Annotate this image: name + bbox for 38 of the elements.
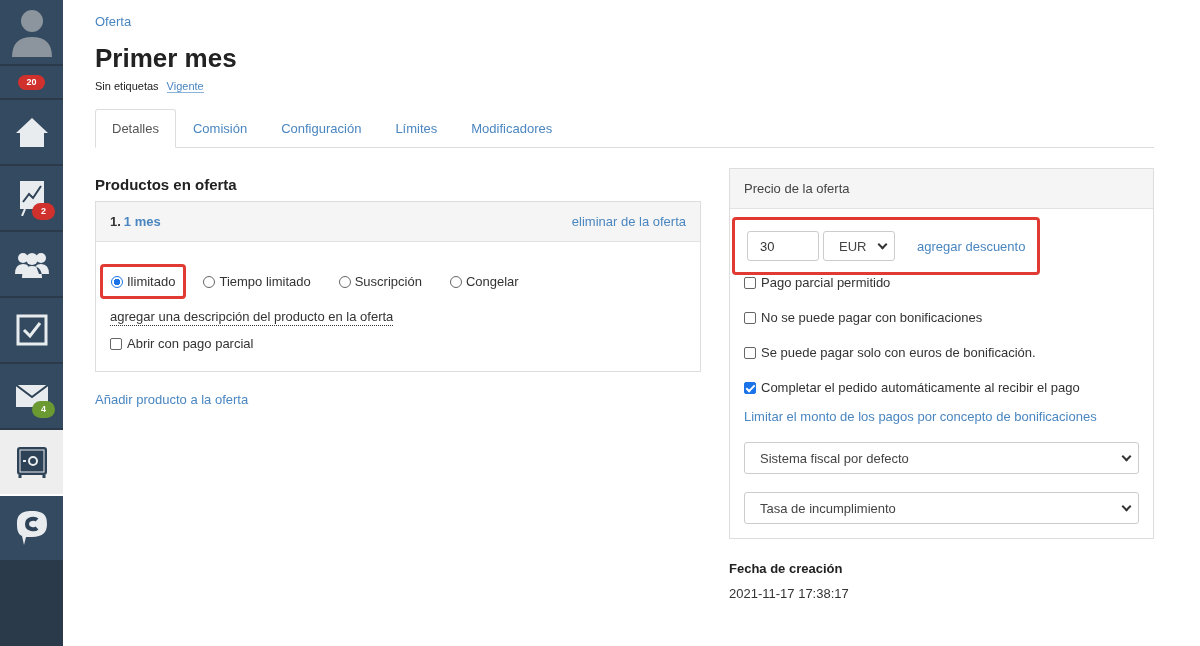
sidebar-item[interactable]: 2 — [0, 166, 63, 232]
created-label: Fecha de creación — [729, 561, 844, 576]
limit-link[interactable]: Limitar el monto de los pagos por concepto de bonificaciones — [744, 409, 1139, 424]
checkbox-option[interactable]: Se puede pagar solo con euros de bonificación. — [744, 345, 1139, 360]
radio-option[interactable]: Tiempo limitado — [192, 264, 322, 299]
radio-option[interactable]: Suscripción — [327, 264, 433, 299]
section-heading: Productos en oferta — [95, 176, 237, 193]
dropdown[interactable]: Sistema fiscal por defecto — [744, 442, 1139, 474]
breadcrumb-link[interactable]: Oferta — [95, 14, 132, 29]
created-date: 2021-11-17 17:38:17 — [729, 586, 850, 601]
card-heading: Precio de la oferta — [730, 169, 1153, 209]
remove-link[interactable]: eliminar de la oferta — [571, 214, 686, 229]
radio-option[interactable]: Congelar — [438, 264, 530, 299]
count-badge: 4 — [32, 401, 55, 418]
product-number: 1. — [110, 214, 121, 229]
checkbox-option[interactable]: No se puede pagar con bonificaciones — [744, 310, 1139, 325]
checkbox-option[interactable]: Pago parcial permitido — [744, 275, 1139, 290]
tab[interactable]: Comisión — [175, 109, 265, 148]
tags-label: Sin etiquetas — [95, 80, 159, 93]
currency-select[interactable]: EUR — [823, 231, 895, 261]
tab[interactable]: Configuración — [264, 109, 379, 148]
status-link[interactable]: Vigente — [166, 80, 204, 93]
dropdown[interactable]: Tasa de incumplimiento — [744, 492, 1139, 524]
add-product-link[interactable]: Añadir producto a la oferta — [95, 392, 249, 407]
checkbox-option[interactable]: Completar el pedido automáticamente al recibir el pago — [744, 380, 1139, 395]
count-badge: 20 — [18, 74, 45, 90]
amount-field[interactable]: 30 — [747, 231, 819, 261]
count-badge: 2 — [32, 203, 55, 220]
product-link[interactable]: 1 mes — [123, 214, 161, 229]
description-link[interactable]: agregar una descripción del producto en la oferta — [110, 309, 394, 326]
tab[interactable]: Modificadores — [454, 109, 570, 148]
page-title: Primer mes — [95, 43, 237, 74]
tab[interactable]: Límites — [378, 109, 455, 148]
radio-option[interactable]: Ilimitado — [100, 264, 187, 299]
checkbox-option[interactable]: Abrir con pago parcial — [110, 336, 686, 351]
sidebar-item[interactable]: 20 — [0, 66, 63, 100]
tab[interactable]: Detalles — [95, 109, 176, 148]
discount-link[interactable]: agregar descuento — [917, 238, 1026, 254]
